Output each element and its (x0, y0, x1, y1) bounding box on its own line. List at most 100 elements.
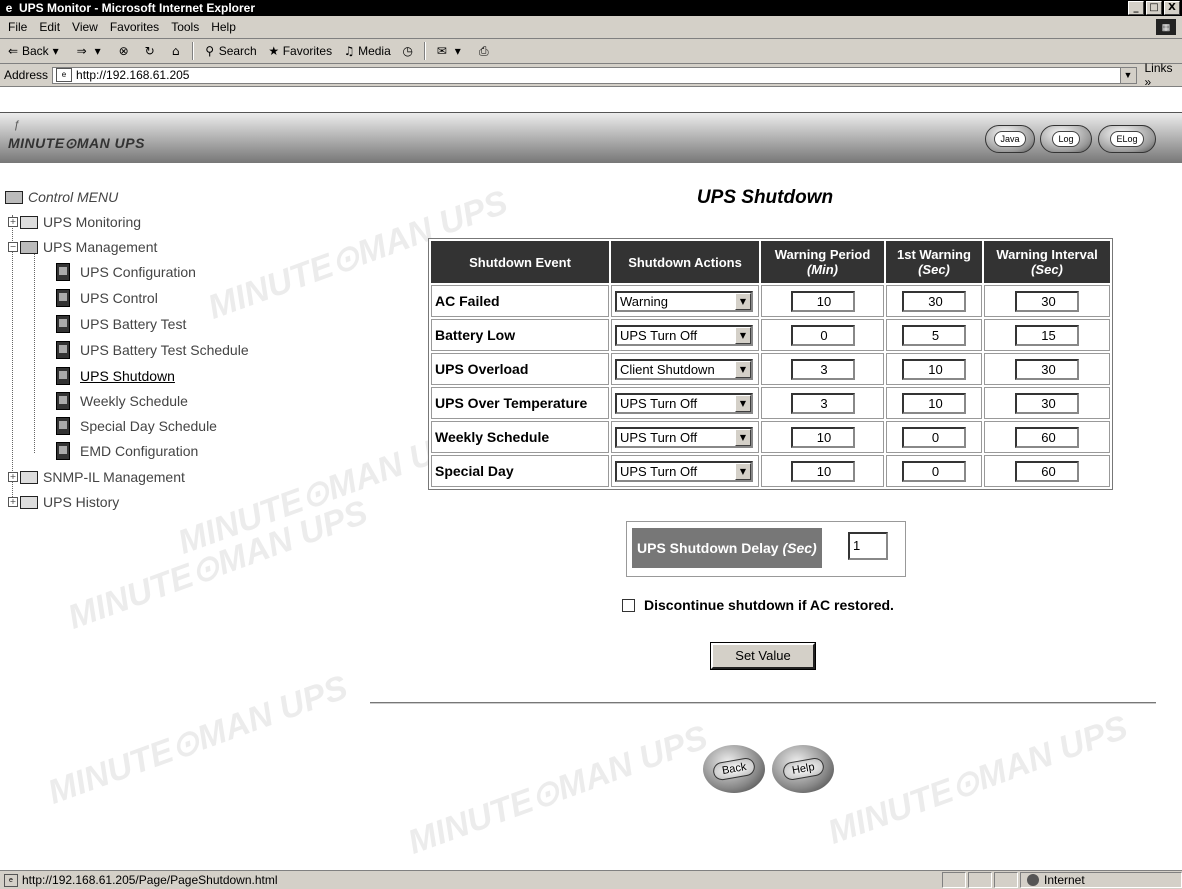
first-warning-input[interactable]: 10 (902, 359, 966, 380)
chevron-down-icon[interactable]: ▼ (735, 463, 751, 480)
shutdown-delay-box: UPS Shutdown Delay (Sec) 1 (626, 521, 906, 577)
menu-weekly-schedule[interactable]: Weekly Schedule (56, 391, 188, 411)
action-select[interactable]: Warning▼ (615, 291, 753, 312)
search-button[interactable]: ⚲ Search (203, 44, 257, 58)
menu-tools[interactable]: Tools (171, 20, 199, 34)
warning-period-input[interactable]: 10 (791, 291, 855, 312)
menu-view[interactable]: View (72, 20, 98, 34)
chevron-down-icon[interactable]: ▼ (735, 327, 751, 344)
forward-button[interactable]: ⇒ ▾ (75, 44, 107, 58)
menu-ups-battery-test-schedule[interactable]: UPS Battery Test Schedule (56, 340, 249, 360)
history-button[interactable]: ◷ (401, 44, 417, 58)
warning-interval-input[interactable]: 30 (1015, 359, 1079, 380)
menu-special-day-schedule[interactable]: Special Day Schedule (56, 416, 217, 436)
warning-period-input[interactable]: 3 (791, 393, 855, 414)
minimize-button[interactable]: _ (1128, 1, 1144, 15)
first-warning-input[interactable]: 0 (902, 461, 966, 482)
address-input[interactable]: e http://192.168.61.205 ▼ (52, 67, 1136, 84)
print-button[interactable]: ⎙ (477, 44, 493, 58)
menu-favorites[interactable]: Favorites (110, 20, 159, 34)
action-select[interactable]: Client Shutdown▼ (615, 359, 753, 380)
expand-icon[interactable]: + (8, 497, 18, 507)
expand-icon[interactable]: + (8, 217, 18, 227)
status-panel (968, 872, 992, 888)
first-warning-input[interactable]: 5 (902, 325, 966, 346)
page-icon (56, 367, 70, 385)
warning-period-input[interactable]: 10 (791, 427, 855, 448)
expand-icon[interactable]: + (8, 472, 18, 482)
page-icon (56, 442, 70, 460)
address-url: http://192.168.61.205 (76, 68, 1119, 82)
warning-interval-input[interactable]: 60 (1015, 427, 1079, 448)
first-warning-input[interactable]: 0 (902, 427, 966, 448)
home-button[interactable]: ⌂ (169, 44, 185, 58)
menu-ups-configuration[interactable]: UPS Configuration (56, 262, 196, 282)
menu-snmp-il-management[interactable]: + SNMP-IL Management (8, 467, 185, 487)
first-warning-input[interactable]: 30 (902, 291, 966, 312)
elog-button[interactable]: ELog (1098, 125, 1156, 153)
action-select[interactable]: UPS Turn Off▼ (615, 393, 753, 414)
header-warning-interval-label: Warning Interval (996, 247, 1097, 262)
page-icon (56, 341, 70, 359)
warning-interval-input[interactable]: 30 (1015, 291, 1079, 312)
menu-label: UPS History (43, 494, 119, 510)
header-shutdown-event: Shutdown Event (431, 241, 609, 283)
action-select[interactable]: UPS Turn Off▼ (615, 461, 753, 482)
media-button[interactable]: ♫ Media (342, 44, 391, 58)
warning-interval-input[interactable]: 60 (1015, 461, 1079, 482)
shutdown-delay-label: UPS Shutdown Delay (Sec) (632, 528, 822, 568)
media-label: Media (358, 44, 391, 58)
globe-icon (1027, 874, 1039, 886)
log-label: Log (1052, 131, 1079, 147)
menu-ups-control[interactable]: UPS Control (56, 288, 158, 308)
menu-ups-management[interactable]: − UPS Management (8, 237, 157, 257)
ie-icon: e (2, 1, 16, 15)
warning-period-input[interactable]: 0 (791, 325, 855, 346)
search-icon: ⚲ (203, 44, 217, 58)
chevron-down-icon[interactable]: ▼ (735, 429, 751, 446)
favorites-button[interactable]: ★ Favorites (267, 44, 332, 58)
folder-open-icon (5, 191, 23, 204)
action-select[interactable]: UPS Turn Off▼ (615, 427, 753, 448)
back-button[interactable]: ⇐ Back ▾ (6, 44, 65, 58)
chevron-down-icon[interactable]: ▼ (735, 293, 751, 310)
stop-button[interactable]: ⊗ (117, 44, 133, 58)
menu-ups-monitoring[interactable]: + UPS Monitoring (8, 212, 141, 232)
control-menu-root[interactable]: Control MENU (5, 187, 118, 207)
action-select[interactable]: UPS Turn Off▼ (615, 325, 753, 346)
menu-ups-history[interactable]: + UPS History (8, 492, 119, 512)
menu-help[interactable]: Help (211, 20, 236, 34)
menu-ups-shutdown[interactable]: UPS Shutdown (56, 366, 175, 386)
warning-period-input[interactable]: 10 (791, 461, 855, 482)
discontinue-shutdown-checkbox[interactable] (622, 599, 635, 612)
folder-icon (20, 496, 38, 509)
mail-button[interactable]: ✉ ▾ (435, 44, 467, 58)
help-button[interactable]: Help (772, 745, 834, 793)
shutdown-delay-input[interactable]: 1 (848, 532, 888, 560)
menu-file[interactable]: File (8, 20, 27, 34)
close-button[interactable]: X (1164, 1, 1180, 15)
refresh-button[interactable]: ↻ (143, 44, 159, 58)
collapse-icon[interactable]: − (8, 242, 18, 252)
search-label: Search (219, 44, 257, 58)
table-row: UPS Over Temperature UPS Turn Off▼ 3 10 … (431, 387, 1110, 419)
address-dropdown-icon[interactable]: ▼ (1120, 68, 1136, 83)
menu-ups-battery-test[interactable]: UPS Battery Test (56, 314, 186, 334)
warning-period-input[interactable]: 3 (791, 359, 855, 380)
maximize-button[interactable]: □ (1146, 1, 1162, 15)
first-warning-input[interactable]: 10 (902, 393, 966, 414)
menu-edit[interactable]: Edit (39, 20, 60, 34)
toolbar: ⇐ Back ▾ ⇒ ▾ ⊗ ↻ ⌂ ⚲ Search ★ Favorites … (0, 39, 1182, 64)
chevron-down-icon[interactable]: ▼ (735, 395, 751, 412)
links-button[interactable]: Links » (1145, 61, 1182, 89)
warning-interval-input[interactable]: 30 (1015, 393, 1079, 414)
toolbar-separator (424, 42, 426, 60)
back-nav-button[interactable]: Back (703, 745, 765, 793)
log-button[interactable]: Log (1040, 125, 1092, 153)
warning-interval-input[interactable]: 15 (1015, 325, 1079, 346)
chevron-down-icon[interactable]: ▼ (735, 361, 751, 378)
menu-label: UPS Battery Test (80, 316, 186, 332)
java-button[interactable]: Java (985, 125, 1035, 153)
set-value-button[interactable]: Set Value (711, 643, 815, 669)
menu-emd-configuration[interactable]: EMD Configuration (56, 441, 198, 461)
